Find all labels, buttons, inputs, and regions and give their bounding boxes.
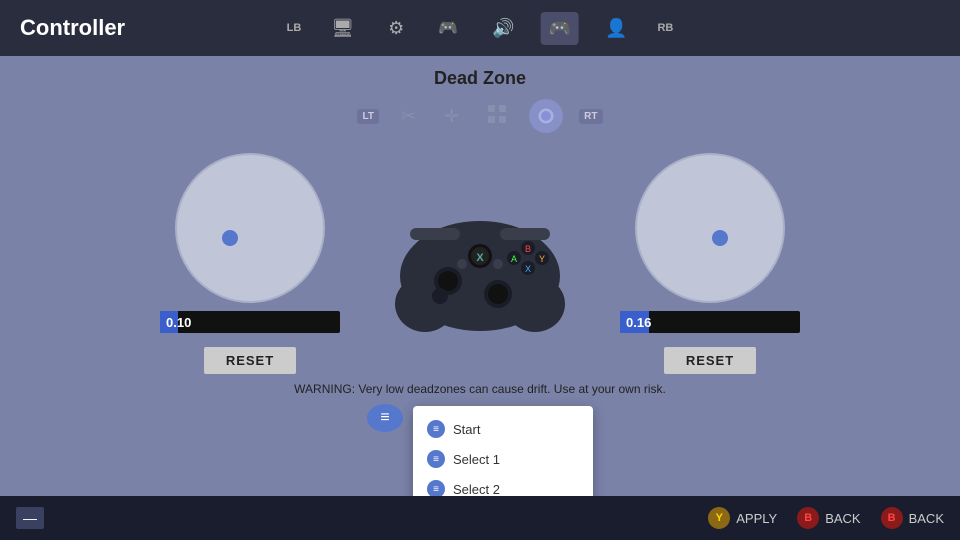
svg-text:Y: Y: [539, 254, 545, 264]
back-label-2: BACK: [909, 511, 944, 526]
nav-gamepad-config[interactable]: 🎮: [430, 12, 466, 44]
back-action-2[interactable]: B BACK: [881, 507, 944, 529]
nav-settings[interactable]: ⚙: [380, 12, 412, 45]
dropdown-item-start[interactable]: ≡ Start: [413, 414, 593, 444]
apply-action[interactable]: Y APPLY: [708, 507, 777, 529]
right-joystick-circle: [635, 153, 785, 303]
start-icon: ≡: [427, 420, 445, 438]
dropdown-item-select1[interactable]: ≡ Select 1: [413, 444, 593, 474]
subnav-scissors-icon[interactable]: ✂: [395, 102, 422, 131]
svg-text:B: B: [525, 244, 531, 254]
subnav-grid-icon[interactable]: [481, 100, 513, 133]
right-slider-value: 0.16: [626, 315, 651, 330]
dropdown-icon: ≡: [367, 404, 403, 432]
left-joystick-container: 0.10 RESET: [160, 153, 340, 374]
nav-rb-label: RB: [657, 22, 673, 34]
nav-lb-label: LB: [287, 22, 302, 34]
b-badge-1: B: [797, 507, 819, 529]
controller-svg: X X Y B A: [380, 186, 580, 341]
sub-nav: LT ✂ ✛ RT: [357, 99, 602, 133]
subnav-circle-active[interactable]: [529, 99, 563, 133]
right-slider-track[interactable]: 0.16: [620, 311, 800, 333]
nav-controller[interactable]: 🎮: [541, 12, 579, 45]
nav-audio[interactable]: 🔊: [484, 12, 522, 45]
right-reset-button[interactable]: RESET: [664, 347, 756, 374]
bottom-right: Y APPLY B BACK B BACK: [708, 507, 944, 529]
left-slider-container: 0.10: [160, 311, 340, 333]
svg-text:X: X: [476, 252, 484, 264]
page-title: Controller: [20, 15, 125, 41]
b-badge-2: B: [881, 507, 903, 529]
warning-text: WARNING: Very low deadzones can cause dr…: [294, 382, 666, 396]
mini-button[interactable]: —: [16, 507, 44, 529]
left-slider-value: 0.10: [166, 315, 191, 330]
left-joystick-circle: [175, 153, 325, 303]
controller-image: X X Y B A: [380, 184, 580, 344]
bottom-bar: — Y APPLY B BACK B BACK: [0, 496, 960, 540]
left-joystick-dot: [222, 230, 238, 246]
dropdown-label-start: Start: [453, 422, 480, 437]
dropdown-label-select1: Select 1: [453, 452, 500, 467]
subnav-lt[interactable]: LT: [357, 109, 378, 124]
svg-text:A: A: [511, 254, 517, 264]
top-nav: LB 🖥 ⚙ 🎮 🔊 🎮 👤 RB: [287, 12, 674, 45]
back-action-1[interactable]: B BACK: [797, 507, 860, 529]
y-badge: Y: [708, 507, 730, 529]
select1-icon: ≡: [427, 450, 445, 468]
nav-monitor[interactable]: 🖥: [323, 12, 362, 45]
right-joystick-dot: [712, 230, 728, 246]
left-reset-button[interactable]: RESET: [204, 347, 296, 374]
top-bar: Controller LB 🖥 ⚙ 🎮 🔊 🎮 👤 RB: [0, 0, 960, 56]
apply-label: APPLY: [736, 511, 777, 526]
bottom-left: —: [16, 507, 44, 529]
svg-text:X: X: [525, 264, 531, 274]
nav-profile[interactable]: 👤: [597, 12, 635, 45]
right-joystick-container: 0.16 RESET: [620, 153, 800, 374]
dropdown-label-select2: Select 2: [453, 482, 500, 497]
section-title: Dead Zone: [434, 68, 526, 89]
back-label-1: BACK: [825, 511, 860, 526]
subnav-rt[interactable]: RT: [579, 109, 602, 124]
subnav-move-icon[interactable]: ✛: [438, 102, 465, 131]
main-content: Dead Zone LT ✂ ✛ RT: [0, 56, 960, 496]
right-slider-container: 0.16: [620, 311, 800, 333]
controller-area: 0.10 RESET X: [160, 153, 800, 374]
left-slider-track[interactable]: 0.10: [160, 311, 340, 333]
